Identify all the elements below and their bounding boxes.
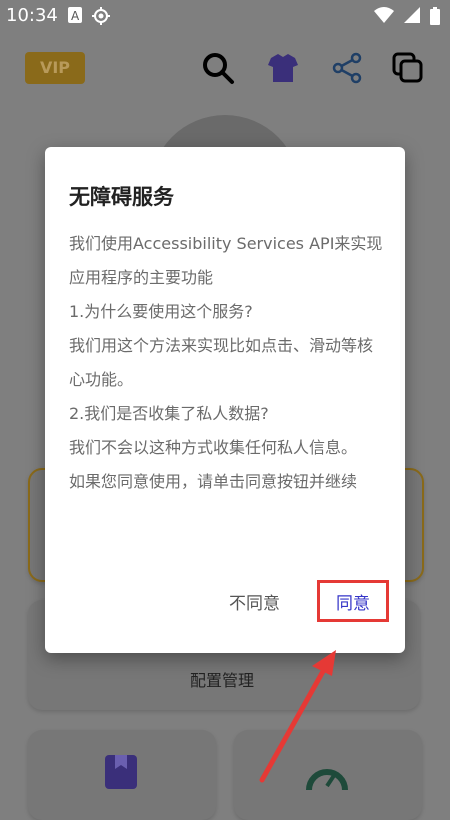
- bookmark-icon: [105, 755, 137, 793]
- shirt-icon[interactable]: [265, 50, 301, 86]
- dialog-paragraph: 如果您同意使用，请单击同意按钮并继续: [69, 472, 358, 491]
- dialog-body: 我们使用Accessibility Services API来实现应用程序的主要…: [69, 227, 385, 499]
- wifi-icon: [374, 7, 394, 30]
- dialog-paragraph: 1.为什么要使用这个服务?: [69, 302, 253, 321]
- dialog-paragraph: 我们使用Accessibility Services API来实现应用程序的主要…: [69, 234, 383, 287]
- signal-icon: [404, 7, 420, 30]
- dialog-paragraph: 我们用这个方法来实现比如点击、滑动等核心功能。: [69, 336, 374, 389]
- annotation-arrow: [259, 650, 336, 783]
- notification-a-icon: A: [68, 7, 82, 30]
- status-time: 10:34: [6, 5, 58, 26]
- copy-icon[interactable]: [390, 50, 426, 86]
- svg-text:A: A: [71, 9, 80, 23]
- search-icon[interactable]: [200, 50, 236, 86]
- vip-badge[interactable]: VIP: [25, 52, 85, 84]
- status-bar: 10:34 A: [0, 0, 450, 32]
- target-icon: [92, 7, 110, 30]
- dialog-title: 无障碍服务: [69, 185, 174, 209]
- disagree-button[interactable]: 不同意: [229, 589, 280, 614]
- share-icon[interactable]: [330, 50, 366, 86]
- dialog-paragraph: 2.我们是否收集了私人数据?: [69, 404, 269, 423]
- agree-button[interactable]: 同意: [317, 580, 389, 622]
- accessibility-dialog: 无障碍服务 我们使用Accessibility Services API来实现应…: [45, 147, 405, 653]
- dialog-paragraph: 我们不会以这种方式收集任何私人信息。: [69, 438, 358, 457]
- battery-icon: [430, 7, 440, 30]
